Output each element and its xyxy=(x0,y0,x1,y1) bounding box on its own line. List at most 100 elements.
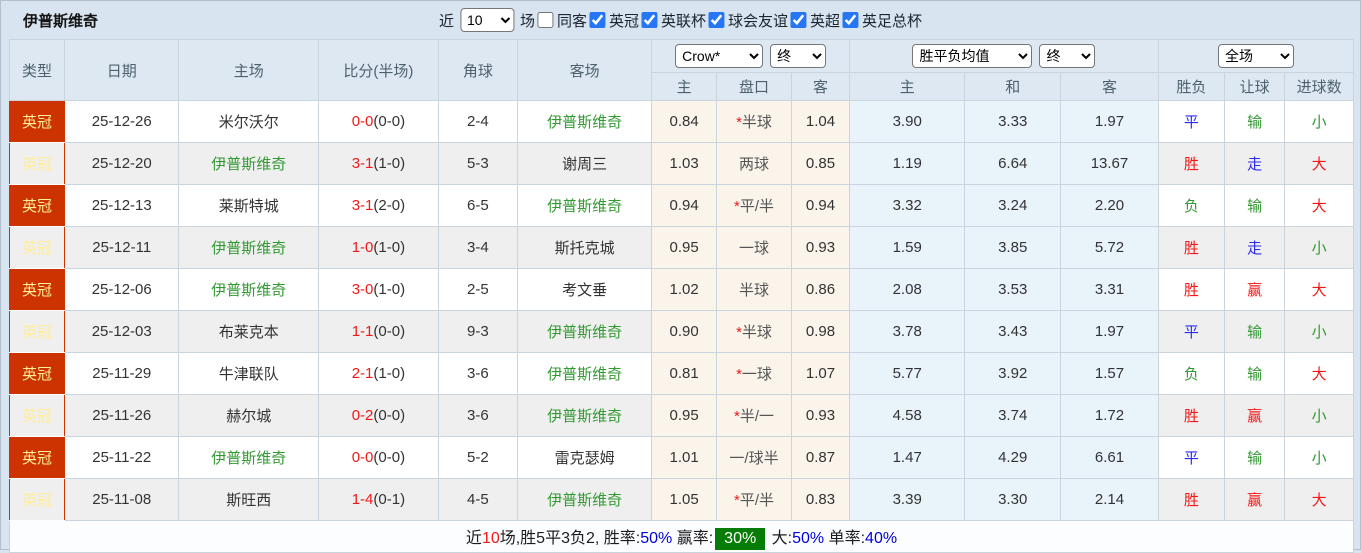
avg-draw-odds: 3.74 xyxy=(965,395,1060,437)
col-avg-home-header: 主 xyxy=(849,73,965,101)
score: 3-1(1-0) xyxy=(319,143,439,185)
home-team: 米尔沃尔 xyxy=(179,101,319,143)
home-team: 布莱克本 xyxy=(179,311,319,353)
home-team: 伊普斯维奇 xyxy=(179,143,319,185)
odds-home: 1.03 xyxy=(652,143,717,185)
match-result: 胜 xyxy=(1159,143,1225,185)
score: 1-1(0-0) xyxy=(319,311,439,353)
table-row: 英冠 25-12-26 米尔沃尔 0-0(0-0) 2-4 伊普斯维奇 0.84… xyxy=(10,101,1354,143)
handicap: 半球 xyxy=(716,269,791,311)
col-odds-away-header: 客 xyxy=(792,73,850,101)
result-group-header: 全场 xyxy=(1159,40,1354,73)
match-result: 胜 xyxy=(1159,227,1225,269)
avg-away-odds: 1.97 xyxy=(1060,101,1158,143)
avg-draw-odds: 3.85 xyxy=(965,227,1060,269)
avg-state-select[interactable]: 终 xyxy=(1039,44,1095,68)
corner-score: 3-6 xyxy=(438,353,517,395)
match-date: 25-11-08 xyxy=(65,479,179,521)
match-count-select[interactable]: 10 xyxy=(460,8,514,32)
avg-group-header: 胜平负均值 终 xyxy=(849,40,1158,73)
page-title: 伊普斯维奇 xyxy=(23,10,98,31)
table-row: 英冠 25-12-06 伊普斯维奇 3-0(1-0) 2-5 考文垂 1.02 … xyxy=(10,269,1354,311)
avg-away-odds: 1.97 xyxy=(1060,311,1158,353)
goals-result: 大 xyxy=(1285,353,1354,395)
odds-home: 0.95 xyxy=(652,227,717,269)
match-result: 平 xyxy=(1159,101,1225,143)
odds-state-select[interactable]: 终 xyxy=(770,44,826,68)
corner-score: 2-4 xyxy=(438,101,517,143)
away-team: 谢周三 xyxy=(517,143,651,185)
avg-home-odds: 3.39 xyxy=(849,479,965,521)
league-filter-checkbox-friendly[interactable] xyxy=(708,12,724,28)
odds-away: 0.85 xyxy=(792,143,850,185)
bookmaker-select[interactable]: Crow* xyxy=(675,44,763,68)
odds-home: 0.90 xyxy=(652,311,717,353)
score-fulltime: 1-4 xyxy=(352,491,374,508)
league-filter-checkbox-yingchao[interactable] xyxy=(790,12,806,28)
col-score-header: 比分(半场) xyxy=(319,40,439,101)
league-badge: 英冠 xyxy=(10,143,65,185)
odds-home: 0.95 xyxy=(652,395,717,437)
handicap: *平/半 xyxy=(716,479,791,521)
matches-label: 场 xyxy=(520,10,535,31)
goals-result: 小 xyxy=(1285,395,1354,437)
away-team: 伊普斯维奇 xyxy=(517,185,651,227)
score-halftime: (1-0) xyxy=(373,239,405,256)
table-row: 英冠 25-12-20 伊普斯维奇 3-1(1-0) 5-3 谢周三 1.03 … xyxy=(10,143,1354,185)
match-date: 25-11-29 xyxy=(65,353,179,395)
goals-result: 小 xyxy=(1285,101,1354,143)
earnrate-badge: 30% xyxy=(715,528,765,550)
avg-away-odds: 1.57 xyxy=(1060,353,1158,395)
summary-row: 近10场,胜5平3负2, 胜率:50% 赢率:30% 大:50% 单率:40% xyxy=(10,521,1354,553)
handicap: *平/半 xyxy=(716,185,791,227)
away-team: 考文垂 xyxy=(517,269,651,311)
winrate-label: 胜率: xyxy=(604,530,640,547)
handicap-result: 输 xyxy=(1224,101,1284,143)
avg-home-odds: 1.19 xyxy=(849,143,965,185)
avg-odds-select[interactable]: 胜平负均值 xyxy=(912,44,1032,68)
table-row: 英冠 25-11-29 牛津联队 2-1(1-0) 3-6 伊普斯维奇 0.81… xyxy=(10,353,1354,395)
goals-result: 大 xyxy=(1285,185,1354,227)
avg-away-odds: 2.20 xyxy=(1060,185,1158,227)
score: 2-1(1-0) xyxy=(319,353,439,395)
league-badge: 英冠 xyxy=(10,101,65,143)
handicap-result: 走 xyxy=(1224,227,1284,269)
league-badge: 英冠 xyxy=(10,227,65,269)
avg-home-odds: 2.08 xyxy=(849,269,965,311)
avg-draw-odds: 3.24 xyxy=(965,185,1060,227)
score: 3-1(2-0) xyxy=(319,185,439,227)
score: 1-4(0-1) xyxy=(319,479,439,521)
corner-score: 9-3 xyxy=(438,311,517,353)
corner-score: 3-4 xyxy=(438,227,517,269)
corner-score: 3-6 xyxy=(438,395,517,437)
col-odds-home-header: 主 xyxy=(652,73,717,101)
odds-away: 0.98 xyxy=(792,311,850,353)
league-badge: 英冠 xyxy=(10,437,65,479)
league-filter-checkbox-facup[interactable] xyxy=(842,12,858,28)
avg-home-odds: 1.47 xyxy=(849,437,965,479)
avg-draw-odds: 3.92 xyxy=(965,353,1060,395)
league-filter-checkbox-yinglianbei[interactable] xyxy=(641,12,657,28)
score: 0-2(0-0) xyxy=(319,395,439,437)
avg-away-odds: 13.67 xyxy=(1060,143,1158,185)
score-halftime: (0-1) xyxy=(373,491,405,508)
league-filter-checkbox-yingguan[interactable] xyxy=(589,12,605,28)
match-date: 25-12-11 xyxy=(65,227,179,269)
table-row: 英冠 25-12-11 伊普斯维奇 1-0(1-0) 3-4 斯托克城 0.95… xyxy=(10,227,1354,269)
col-corner-header: 角球 xyxy=(438,40,517,101)
league-badge: 英冠 xyxy=(10,311,65,353)
scope-select[interactable]: 全场 xyxy=(1218,44,1294,68)
same-venue-checkbox[interactable] xyxy=(537,12,553,28)
col-avg-away-header: 客 xyxy=(1060,73,1158,101)
odds-group-header: Crow* 终 xyxy=(652,40,850,73)
match-result: 胜 xyxy=(1159,269,1225,311)
corner-score: 5-2 xyxy=(438,437,517,479)
home-team: 赫尔城 xyxy=(179,395,319,437)
avg-draw-odds: 3.33 xyxy=(965,101,1060,143)
odds-away: 0.93 xyxy=(792,395,850,437)
match-history-table: 类型 日期 主场 比分(半场) 角球 客场 Crow* 终 胜 xyxy=(9,39,1354,553)
summary-bar: 近10场,胜5平3负2, 胜率:50% 赢率:30% 大:50% 单率:40% xyxy=(10,521,1354,553)
handicap-result: 输 xyxy=(1224,311,1284,353)
avg-home-odds: 5.77 xyxy=(849,353,965,395)
away-team: 伊普斯维奇 xyxy=(517,311,651,353)
